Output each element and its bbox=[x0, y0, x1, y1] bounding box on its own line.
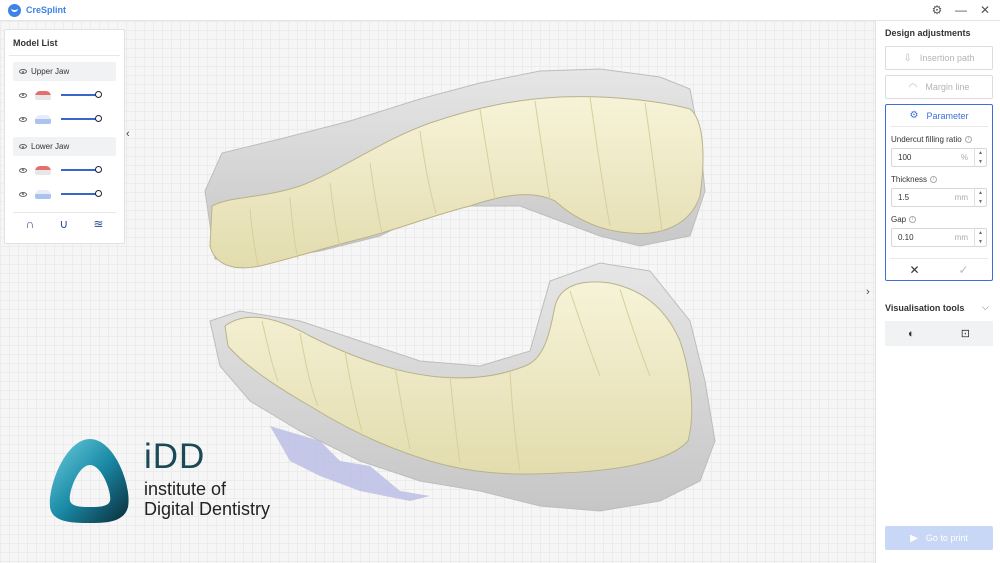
stepper-down-icon[interactable]: ▼ bbox=[978, 199, 983, 205]
lower-view-icon[interactable]: ∪ bbox=[59, 217, 68, 231]
margin-line-icon: ◠ bbox=[908, 81, 918, 93]
app-logo-icon bbox=[8, 3, 21, 17]
tooth-visibility-icon[interactable]: ◐ bbox=[908, 328, 915, 340]
stepper-down-icon[interactable]: ▼ bbox=[978, 159, 983, 165]
confirm-icon[interactable]: ✓ bbox=[958, 263, 968, 277]
undercut-label-row: Undercut filling ratio i bbox=[891, 135, 992, 144]
thickness-label-row: Thickness i bbox=[891, 175, 992, 184]
eye-icon[interactable] bbox=[19, 144, 27, 149]
margin-line-label: Margin line bbox=[925, 82, 970, 92]
minimize-icon[interactable]: — bbox=[954, 2, 968, 18]
section-view-icon[interactable]: ⊡ bbox=[961, 327, 970, 340]
upper-splint-row bbox=[13, 109, 116, 129]
parameter-header[interactable]: ⚙ Parameter bbox=[890, 105, 988, 127]
gap-value[interactable]: 0.10 bbox=[892, 233, 955, 242]
gap-label: Gap bbox=[891, 215, 907, 224]
insertion-path-button[interactable]: ⇩ Insertion path bbox=[885, 46, 993, 70]
info-icon[interactable]: i bbox=[964, 136, 972, 143]
stepper-up-icon[interactable]: ▲ bbox=[978, 150, 983, 156]
stepper-up-icon[interactable]: ▲ bbox=[978, 190, 983, 196]
slider-knob[interactable] bbox=[95, 115, 102, 122]
gap-label-row: Gap i bbox=[891, 215, 992, 224]
visualisation-tools-title: Visualisation tools bbox=[885, 303, 965, 313]
margin-line-button[interactable]: ◠ Margin line bbox=[885, 75, 993, 99]
parameter-section: ⚙ Parameter Undercut filling ratio i 100… bbox=[885, 104, 993, 281]
go-to-print-label: Go to print bbox=[925, 533, 968, 543]
upper-jaw-group[interactable]: Upper Jaw bbox=[13, 62, 116, 81]
info-icon[interactable]: i bbox=[909, 216, 917, 223]
idd-logo-line2: Digital Dentistry bbox=[144, 499, 271, 519]
eye-icon[interactable] bbox=[19, 92, 27, 98]
insertion-path-label: Insertion path bbox=[919, 53, 975, 63]
thickness-unit: mm bbox=[954, 193, 968, 202]
thickness-stepper[interactable]: ▲ ▼ bbox=[974, 189, 986, 206]
eye-icon[interactable] bbox=[19, 69, 27, 74]
model-list-title: Model List bbox=[9, 30, 120, 56]
undercut-stepper[interactable]: ▲ ▼ bbox=[974, 149, 986, 166]
slider-knob[interactable] bbox=[95, 91, 102, 98]
upper-scan-thumbnail-icon bbox=[35, 90, 51, 100]
upper-view-icon[interactable]: ∩ bbox=[26, 217, 35, 231]
close-icon[interactable]: ✕ bbox=[978, 2, 992, 18]
parameter-actions: ✕ ✓ bbox=[890, 258, 988, 280]
eye-icon[interactable] bbox=[19, 116, 27, 122]
parameter-title: Parameter bbox=[926, 110, 969, 121]
slider-knob[interactable] bbox=[95, 166, 102, 173]
upper-scan-opacity-slider[interactable] bbox=[61, 91, 102, 98]
view-icons: ∩ ∪ ≊ bbox=[13, 217, 116, 231]
eye-icon[interactable] bbox=[19, 191, 27, 197]
info-icon[interactable]: i bbox=[930, 176, 938, 183]
settings-icon[interactable]: ⚙ bbox=[930, 2, 944, 18]
thickness-value[interactable]: 1.5 bbox=[892, 193, 955, 202]
eye-icon[interactable] bbox=[19, 167, 27, 173]
undercut-unit: % bbox=[960, 153, 968, 162]
upper-splint-opacity-slider[interactable] bbox=[61, 115, 102, 122]
lower-splint-thumbnail-icon bbox=[35, 189, 51, 199]
idd-logo-line1: institute of bbox=[144, 479, 227, 499]
stepper-down-icon[interactable]: ▼ bbox=[978, 239, 983, 245]
lower-jaw-scan-row bbox=[13, 160, 116, 180]
lower-jaw-label: Lower Jaw bbox=[31, 142, 70, 151]
gap-stepper[interactable]: ▲ ▼ bbox=[974, 229, 986, 246]
idd-logo-mark-icon bbox=[49, 439, 129, 523]
model-list-panel: Model List Upper Jaw Lower Jaw ∩ ∪ ≊ bbox=[4, 29, 125, 244]
undercut-label: Undercut filling ratio bbox=[891, 135, 962, 144]
insertion-path-icon: ⇩ bbox=[903, 52, 912, 64]
stepper-up-icon[interactable]: ▲ bbox=[978, 230, 983, 236]
parameter-icon: ⚙ bbox=[909, 110, 919, 121]
app-title: CreSplint bbox=[26, 5, 67, 15]
design-adjustments-panel: Design adjustments ⇩ Insertion path ◠ Ma… bbox=[875, 21, 1000, 563]
print-icon: ▶ bbox=[910, 532, 918, 544]
lower-jaw-group[interactable]: Lower Jaw bbox=[13, 137, 116, 156]
lower-splint-row bbox=[13, 184, 116, 204]
thickness-input[interactable]: 1.5 mm ▲ ▼ bbox=[891, 188, 987, 207]
gap-input[interactable]: 0.10 mm ▲ ▼ bbox=[891, 228, 987, 247]
lower-scan-thumbnail-icon bbox=[35, 165, 51, 175]
collapse-left-icon[interactable]: ‹ bbox=[126, 128, 130, 140]
upper-jaw-scan-row bbox=[13, 85, 116, 105]
occlusion-view-icon[interactable]: ≊ bbox=[93, 217, 103, 231]
thickness-label: Thickness bbox=[891, 175, 928, 184]
visualisation-tools: ◐ ⊡ bbox=[885, 321, 993, 346]
design-adjustments-title: Design adjustments bbox=[885, 28, 971, 38]
undercut-value[interactable]: 100 bbox=[892, 153, 961, 162]
lower-scan-opacity-slider[interactable] bbox=[61, 166, 102, 173]
idd-logo: iDD institute of Digital Dentistry bbox=[44, 435, 270, 529]
gap-unit: mm bbox=[954, 233, 968, 242]
chevron-down-icon[interactable]: ⌵ bbox=[982, 302, 989, 313]
upper-jaw-label: Upper Jaw bbox=[31, 67, 70, 76]
title-bar: CreSplint ⚙ — ✕ bbox=[0, 0, 1000, 21]
lower-splint-opacity-slider[interactable] bbox=[61, 190, 102, 197]
undercut-input[interactable]: 100 % ▲ ▼ bbox=[891, 148, 987, 167]
idd-logo-title: iDD bbox=[144, 437, 206, 476]
slider-knob[interactable] bbox=[95, 190, 102, 197]
window-controls: ⚙ — ✕ bbox=[930, 2, 992, 18]
expand-right-icon[interactable]: › bbox=[866, 286, 870, 298]
upper-splint-thumbnail-icon bbox=[35, 114, 51, 124]
go-to-print-button[interactable]: ▶ Go to print bbox=[885, 526, 993, 550]
cancel-icon[interactable]: ✕ bbox=[909, 263, 919, 277]
divider bbox=[13, 212, 116, 213]
